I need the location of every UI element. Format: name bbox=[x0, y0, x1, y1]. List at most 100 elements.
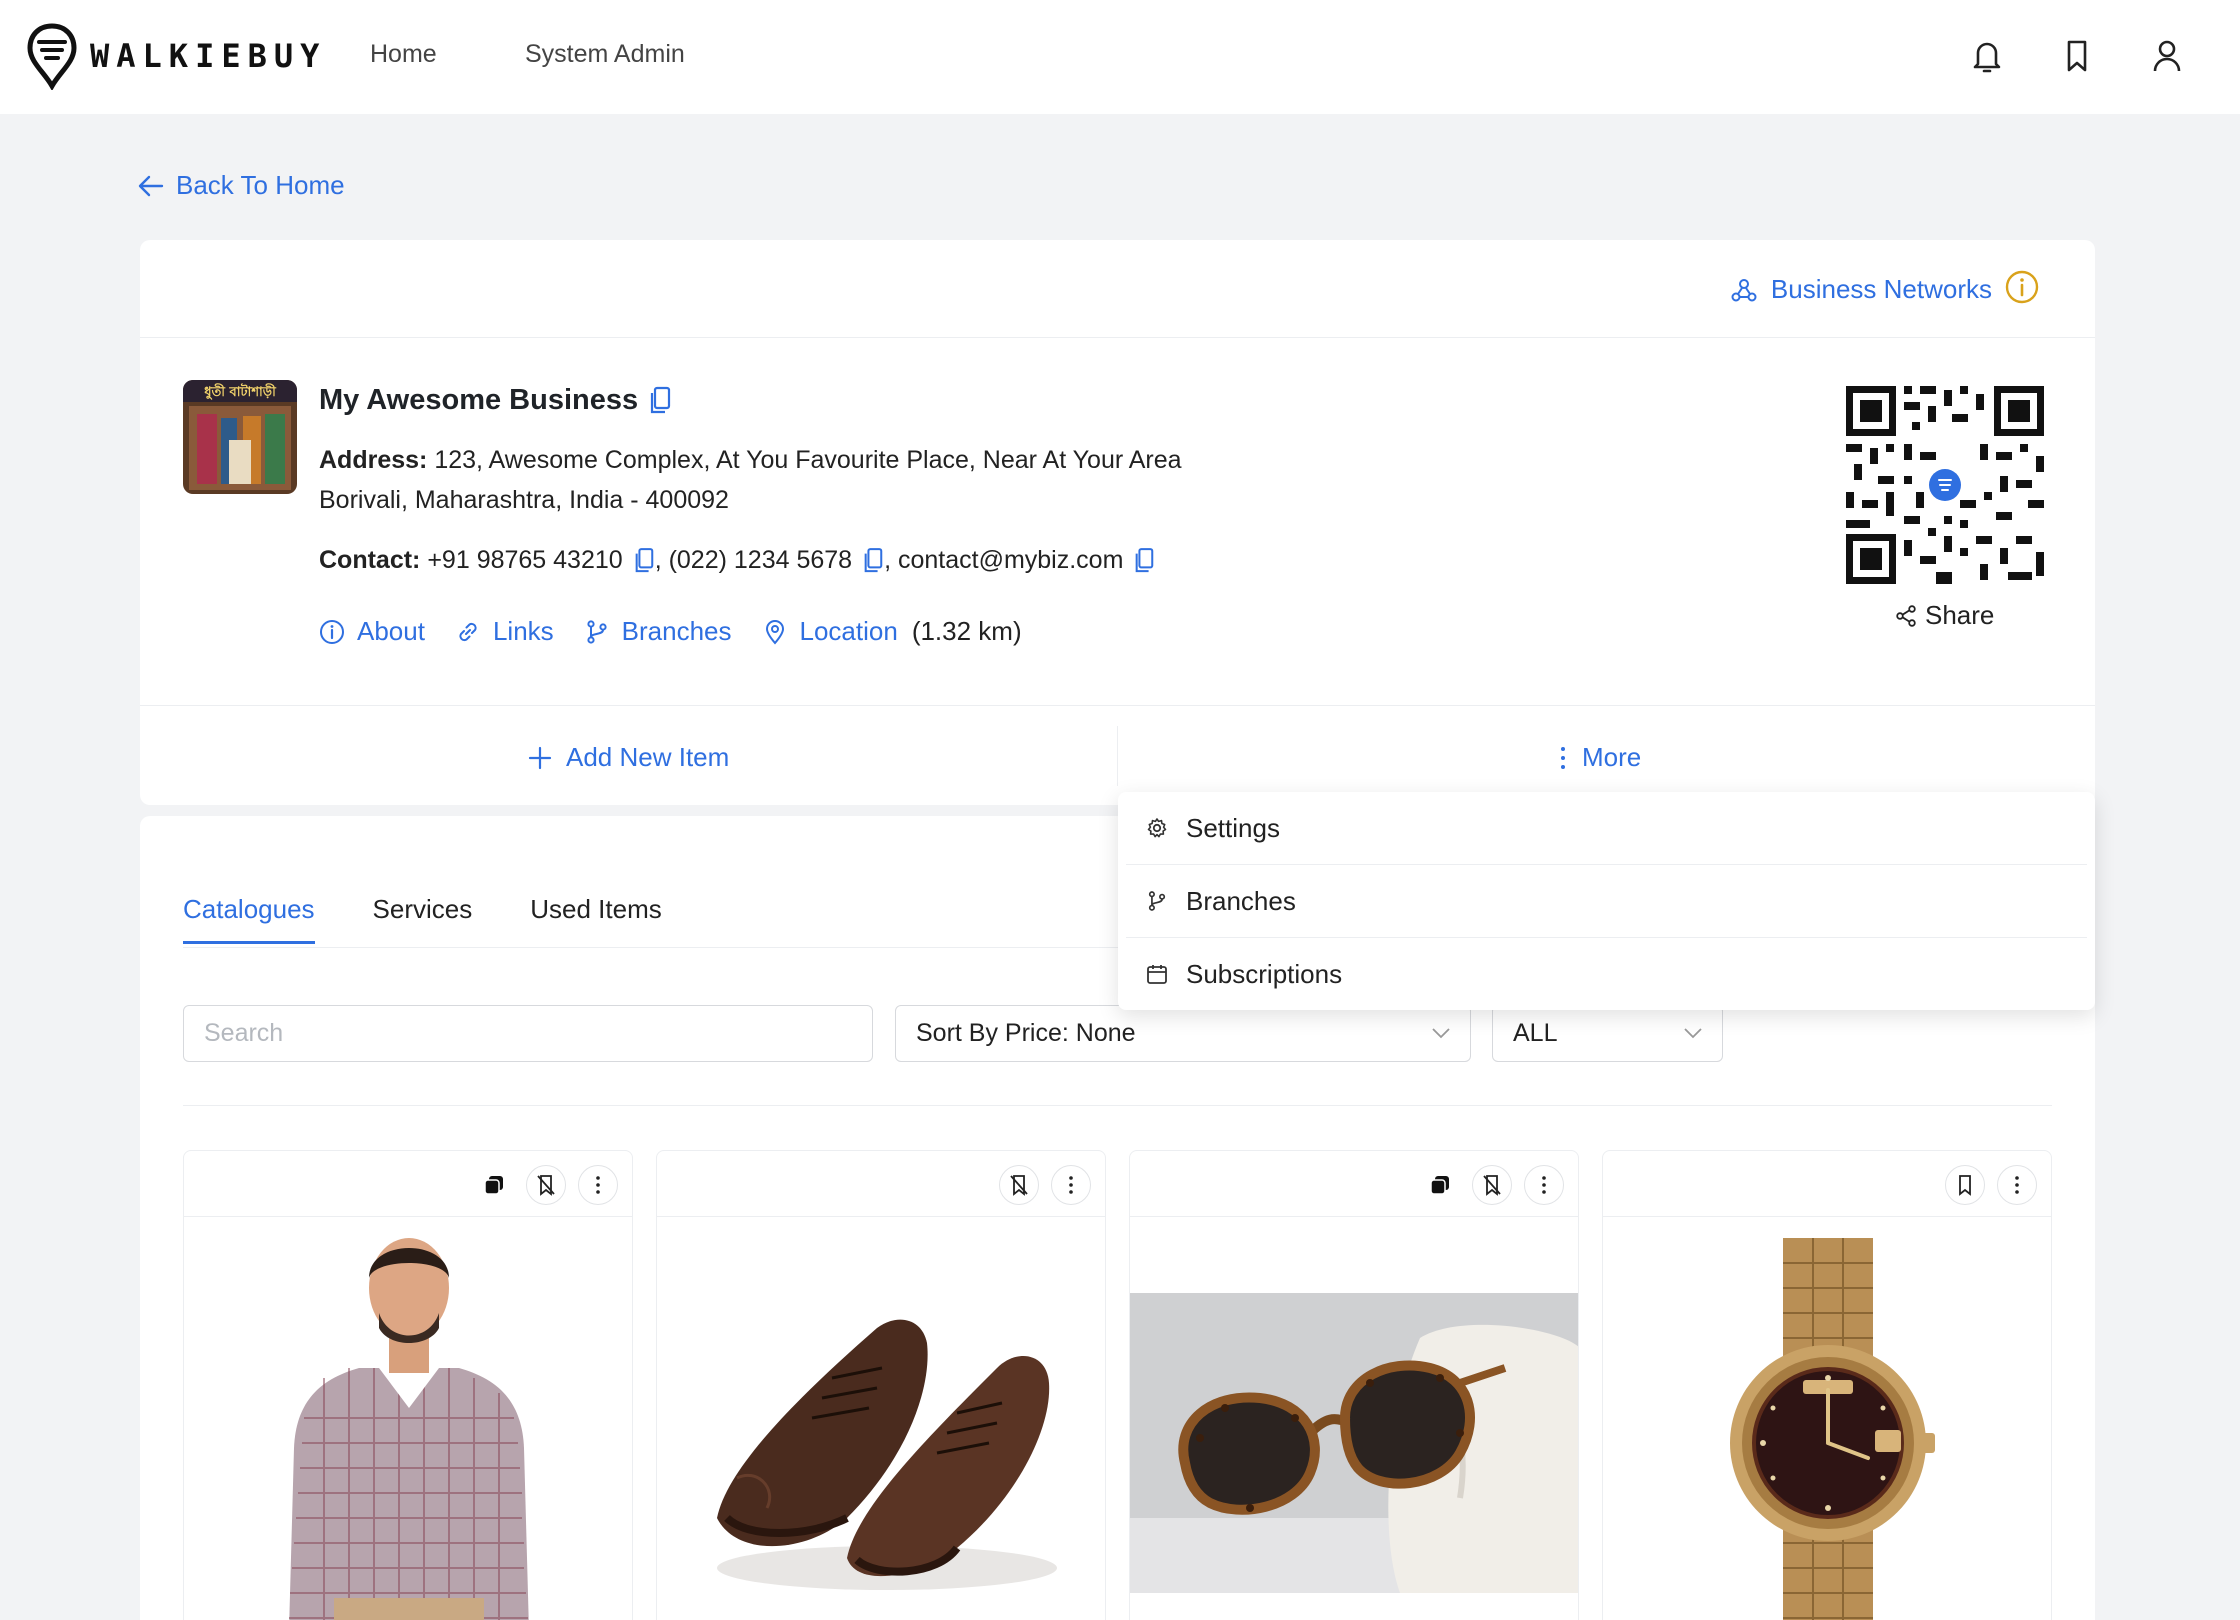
bookmark-icon[interactable] bbox=[2058, 36, 2096, 76]
about-label: About bbox=[357, 616, 425, 646]
product-card[interactable] bbox=[183, 1150, 633, 1620]
sort-select-value: Sort By Price: None bbox=[916, 1019, 1136, 1047]
bookmark-off-icon[interactable] bbox=[1472, 1165, 1512, 1205]
share-label: Share bbox=[1925, 600, 1995, 630]
contact-phone-1: +91 98765 43210 bbox=[420, 546, 623, 574]
business-contact: Contact: +91 98765 43210 , (022) 1234 56… bbox=[319, 546, 1155, 575]
product-card-toolbar bbox=[184, 1151, 632, 1217]
kebab-menu-icon[interactable] bbox=[578, 1165, 618, 1205]
address-label: Address: bbox=[319, 446, 428, 474]
share-button[interactable]: Share bbox=[1895, 600, 1994, 631]
link-icon bbox=[459, 622, 477, 641]
business-actions-bar: Add New Item More bbox=[140, 705, 2095, 805]
menu-item-settings[interactable]: Settings bbox=[1118, 792, 2095, 864]
location-link[interactable]: Location bbox=[762, 616, 898, 647]
copy-icon[interactable] bbox=[633, 547, 655, 575]
address-line-1: 123, Awesome Complex, At You Favourite P… bbox=[427, 446, 1182, 474]
location-distance: (1.32 km) bbox=[911, 616, 1022, 646]
business-card: Business Networks ধুতী বাটাশাড়ী My Awes… bbox=[140, 240, 2095, 805]
calendar-icon bbox=[1147, 965, 1167, 984]
product-card[interactable] bbox=[1129, 1150, 1579, 1620]
more-label: More bbox=[1582, 742, 1642, 772]
info-icon bbox=[320, 619, 344, 644]
branch-icon bbox=[587, 619, 607, 644]
branch-icon bbox=[1148, 891, 1166, 911]
brand-logo[interactable]: WALKIEBUY bbox=[26, 22, 326, 90]
business-address: Address: 123, Awesome Complex, At You Fa… bbox=[319, 440, 1182, 520]
category-select-value: ALL bbox=[1513, 1019, 1558, 1047]
location-label: Location bbox=[799, 616, 898, 646]
address-line-2: Borivali, Maharashtra, India - 400092 bbox=[319, 486, 729, 514]
back-to-home-label: Back To Home bbox=[176, 170, 345, 200]
business-networks-label: Business Networks bbox=[1770, 274, 1992, 304]
menu-item-branches[interactable]: Branches bbox=[1118, 865, 2095, 937]
menu-item-subscriptions-label: Subscriptions bbox=[1186, 958, 1343, 989]
links-label: Links bbox=[492, 616, 554, 646]
tab-services[interactable]: Services bbox=[373, 894, 473, 944]
product-card-toolbar bbox=[1130, 1151, 1578, 1217]
search-placeholder: Search bbox=[204, 1019, 284, 1047]
copy-icon[interactable] bbox=[474, 1165, 514, 1205]
business-qr-code[interactable] bbox=[1840, 380, 2050, 590]
brand-name: WALKIEBUY bbox=[90, 37, 327, 75]
bookmark-off-icon[interactable] bbox=[526, 1165, 566, 1205]
chevron-down-icon bbox=[1684, 1028, 1702, 1039]
contact-phone-2: , (022) 1234 5678 bbox=[654, 546, 853, 574]
bookmark-icon[interactable] bbox=[1945, 1165, 1985, 1205]
user-icon[interactable] bbox=[2148, 36, 2186, 76]
contact-label: Contact: bbox=[319, 546, 421, 574]
chevron-down-icon bbox=[1432, 1028, 1450, 1039]
nav-home[interactable]: Home bbox=[370, 40, 437, 69]
bookmark-off-icon[interactable] bbox=[999, 1165, 1039, 1205]
business-links-row: About Links Branches Location (1.32 km) bbox=[319, 616, 1022, 647]
links-link[interactable]: Links bbox=[455, 616, 554, 647]
about-link[interactable]: About bbox=[319, 616, 425, 647]
business-name: My Awesome Business bbox=[319, 384, 672, 417]
walkiebuy-logo-icon bbox=[27, 23, 77, 90]
product-image-gold-wristwatch bbox=[1603, 1218, 2051, 1620]
business-networks-link[interactable]: Business Networks bbox=[1731, 274, 1992, 305]
copy-icon[interactable] bbox=[1420, 1165, 1460, 1205]
product-card[interactable] bbox=[1602, 1150, 2052, 1620]
branches-link[interactable]: Branches bbox=[584, 616, 732, 647]
category-select[interactable]: ALL bbox=[1492, 1005, 1723, 1062]
contact-email: , contact@mybiz.com bbox=[884, 546, 1124, 574]
copy-icon[interactable] bbox=[648, 386, 672, 416]
tab-used-items[interactable]: Used Items bbox=[530, 894, 662, 944]
search-input[interactable]: Search bbox=[183, 1005, 873, 1062]
kebab-menu-icon[interactable] bbox=[1997, 1165, 2037, 1205]
kebab-menu-icon[interactable] bbox=[1051, 1165, 1091, 1205]
bell-icon[interactable] bbox=[1968, 36, 2006, 76]
product-image-brown-leather-shoes bbox=[657, 1218, 1105, 1620]
info-icon[interactable] bbox=[2005, 270, 2039, 304]
product-grid bbox=[183, 1150, 2075, 1620]
filters-divider bbox=[183, 1105, 2052, 1106]
copy-icon[interactable] bbox=[862, 547, 884, 575]
menu-item-branches-label: Branches bbox=[1186, 885, 1296, 916]
product-card-toolbar bbox=[657, 1151, 1105, 1217]
business-photo: ধুতী বাটাশাড়ী bbox=[183, 380, 297, 494]
nav-system-admin[interactable]: System Admin bbox=[525, 40, 685, 69]
copy-icon[interactable] bbox=[1133, 547, 1155, 575]
menu-item-subscriptions[interactable]: Subscriptions bbox=[1118, 938, 2095, 1010]
product-image-tortoiseshell-sunglasses bbox=[1130, 1218, 1578, 1620]
add-new-item-button[interactable]: Add New Item bbox=[528, 742, 729, 773]
catalogue-tabs: Catalogues Services Used Items bbox=[183, 894, 720, 944]
back-to-home-link[interactable]: Back To Home bbox=[138, 170, 345, 201]
network-icon bbox=[1731, 278, 1757, 301]
kebab-menu-icon[interactable] bbox=[1524, 1165, 1564, 1205]
sort-by-price-select[interactable]: Sort By Price: None bbox=[895, 1005, 1471, 1062]
share-icon bbox=[1896, 604, 1916, 627]
product-card[interactable] bbox=[656, 1150, 1106, 1620]
actions-divider bbox=[1117, 726, 1118, 786]
tab-catalogues[interactable]: Catalogues bbox=[183, 894, 315, 944]
more-button[interactable]: More bbox=[1560, 742, 1641, 773]
arrow-left-icon bbox=[138, 175, 164, 196]
location-pin-icon bbox=[765, 619, 784, 645]
product-image-man-in-checked-shirt bbox=[184, 1218, 632, 1620]
business-card-header: Business Networks bbox=[140, 240, 2095, 338]
top-navigation-bar: WALKIEBUY Home System Admin bbox=[0, 0, 2240, 114]
menu-item-settings-label: Settings bbox=[1186, 812, 1280, 843]
add-new-item-label: Add New Item bbox=[566, 742, 730, 772]
kebab-menu-icon bbox=[1561, 746, 1565, 769]
